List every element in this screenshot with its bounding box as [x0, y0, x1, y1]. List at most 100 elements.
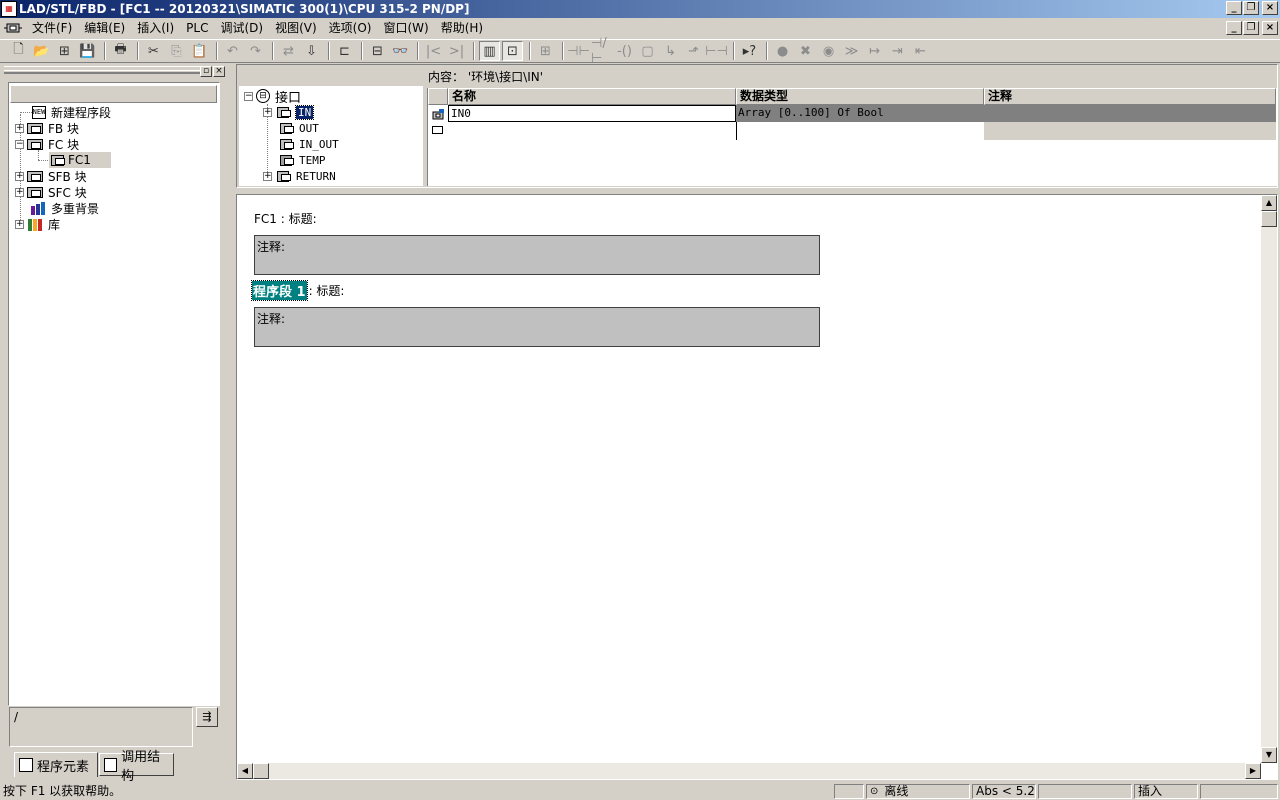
coil-icon[interactable]: -() — [614, 41, 635, 61]
tab-program-elements[interactable]: 程序元素 — [14, 752, 98, 777]
menu-debug[interactable]: 调试(D) — [214, 19, 269, 37]
element-filter-input[interactable]: / — [9, 707, 193, 747]
expand-icon[interactable]: + — [15, 219, 24, 229]
collapse-icon[interactable]: − — [244, 91, 253, 101]
details-icon[interactable]: ⊡ — [502, 41, 523, 61]
scroll-left-icon[interactable]: ◀ — [237, 763, 253, 779]
insert-element-button[interactable]: ⇶ — [196, 707, 218, 727]
cell-comment-empty[interactable] — [984, 122, 1276, 140]
next-network-icon[interactable]: >| — [446, 41, 467, 61]
step-out-icon[interactable]: ⇤ — [910, 41, 931, 61]
scroll-thumb[interactable] — [253, 763, 269, 779]
breakpoints-active-icon[interactable]: ◉ — [818, 41, 839, 61]
column-header-comment[interactable]: 注释 — [984, 88, 1276, 105]
pane-close-button[interactable]: × — [213, 66, 225, 77]
interface-item-return[interactable]: + RETURN — [263, 168, 336, 184]
tree-item-fb-blocks[interactable]: + FB 块 — [15, 120, 79, 136]
menu-plc[interactable]: PLC — [180, 19, 214, 37]
restore-button[interactable]: ❐ — [1243, 1, 1259, 15]
vertical-scrollbar[interactable]: ▲ ▼ — [1261, 195, 1277, 763]
empty-box-icon[interactable]: ▢ — [637, 41, 658, 61]
step-into-icon[interactable]: ⇥ — [887, 41, 908, 61]
block-title[interactable]: FC1 : 标题: — [254, 210, 317, 226]
tree-item-fc-blocks[interactable]: − FC 块 — [15, 136, 79, 152]
network-label[interactable]: 程序段 1 — [251, 279, 308, 301]
interface-item-in-out[interactable]: IN_OUT — [278, 136, 339, 152]
code-editor[interactable] — [236, 194, 1278, 780]
interface-item-in[interactable]: + IN — [263, 104, 315, 120]
print-icon[interactable]: 🖶 — [110, 41, 131, 61]
tab-call-structure[interactable]: 调用结构 — [99, 750, 174, 784]
interface-root[interactable]: − ⊟ 接口 — [244, 88, 301, 106]
context-help-icon[interactable]: ▸? — [739, 41, 760, 61]
doc-minimize-button[interactable]: _ — [1226, 21, 1242, 35]
next-breakpoint-icon[interactable]: ≫ — [841, 41, 862, 61]
tree-item-multi-instance[interactable]: 多重背景 — [20, 200, 99, 216]
scroll-thumb[interactable] — [1261, 211, 1277, 227]
menu-help[interactable]: 帮助(H) — [435, 19, 489, 37]
cell-type[interactable]: Array [0..100] Of Bool — [736, 105, 984, 122]
normally-open-contact-icon[interactable]: ⊣⊢ — [567, 41, 590, 61]
compare-icon[interactable]: ⇄ — [278, 41, 299, 61]
download-icon[interactable]: ⇩ — [301, 41, 322, 61]
mdi-document-icon[interactable] — [4, 21, 22, 35]
close-button[interactable]: × — [1262, 1, 1278, 15]
menu-insert[interactable]: 插入(I) — [131, 19, 180, 37]
connection-icon[interactable]: ⊢⊣ — [705, 41, 728, 61]
tree-item-sfc-blocks[interactable]: + SFC 块 — [15, 184, 87, 200]
interface-item-temp[interactable]: TEMP — [278, 152, 326, 168]
tree-item-sfb-blocks[interactable]: + SFB 块 — [15, 168, 87, 184]
network-open-icon[interactable]: ⊞ — [54, 41, 75, 61]
cut-icon[interactable]: ✂ — [143, 41, 164, 61]
cell-name[interactable]: IN0 — [448, 105, 736, 122]
redo-icon[interactable]: ↷ — [245, 41, 266, 61]
block-comment[interactable]: 注释: — [254, 235, 820, 275]
menu-window[interactable]: 窗口(W) — [377, 19, 434, 37]
undo-icon[interactable]: ↶ — [222, 41, 243, 61]
tree-item-library[interactable]: + 库 — [15, 216, 60, 232]
network-comment[interactable]: 注释: — [254, 307, 820, 347]
tree-item-new-network[interactable]: NEW 新建程序段 — [20, 104, 111, 120]
pane-minimize-button[interactable]: ▫ — [200, 66, 212, 77]
save-icon[interactable]: 💾 — [77, 41, 98, 61]
scroll-right-icon[interactable]: ▶ — [1245, 763, 1261, 779]
network-title[interactable]: : 标题: — [309, 282, 345, 299]
expand-icon[interactable]: + — [15, 123, 24, 133]
menu-view[interactable]: 视图(V) — [269, 19, 323, 37]
network-header[interactable]: 程序段 1 : 标题: — [251, 279, 345, 301]
scroll-down-icon[interactable]: ▼ — [1261, 747, 1277, 763]
online-icon[interactable]: ⊟ — [367, 41, 388, 61]
normally-closed-contact-icon[interactable]: ⊣/⊢ — [591, 36, 612, 66]
column-header-type[interactable]: 数据类型 — [736, 88, 984, 105]
new-icon[interactable]: 🗋 — [8, 41, 29, 61]
expand-icon[interactable]: + — [15, 171, 24, 181]
step-over-icon[interactable]: ↦ — [864, 41, 885, 61]
app-icon[interactable]: ▦ — [1, 1, 17, 17]
overview-icon[interactable]: ▥ — [479, 41, 500, 61]
open-branch-icon[interactable]: ↳ — [660, 41, 681, 61]
new-network-icon[interactable]: ⊞ — [535, 41, 556, 61]
tree-item-fc1[interactable]: FC1 — [49, 152, 111, 168]
open-icon[interactable]: 📂 — [31, 41, 52, 61]
doc-restore-button[interactable]: ❐ — [1243, 21, 1259, 35]
minimize-button[interactable]: _ — [1226, 1, 1242, 15]
copy-icon[interactable]: ⎘ — [166, 41, 187, 61]
expand-icon[interactable]: + — [263, 171, 272, 181]
column-header-name[interactable]: 名称 — [448, 88, 736, 105]
breakpoint-icon[interactable]: ● — [772, 41, 793, 61]
menu-file[interactable]: 文件(F) — [26, 19, 78, 37]
scroll-up-icon[interactable]: ▲ — [1261, 195, 1277, 211]
paste-icon[interactable]: 📋 — [189, 41, 210, 61]
monitor-icon[interactable]: 👓 — [390, 41, 411, 61]
doc-close-button[interactable]: × — [1262, 21, 1278, 35]
interface-table[interactable]: 名称 数据类型 注释 IN0 Array [0..100] Of Bool — [427, 88, 1277, 186]
expand-icon[interactable]: + — [15, 187, 24, 197]
expand-icon[interactable]: + — [263, 107, 272, 117]
menu-edit[interactable]: 编辑(E) — [78, 19, 131, 37]
prev-network-icon[interactable]: |< — [423, 41, 444, 61]
horizontal-scrollbar[interactable]: ◀ ▶ — [237, 763, 1261, 779]
collapse-icon[interactable]: − — [15, 139, 24, 149]
cell-comment[interactable] — [984, 105, 1276, 122]
delete-breakpoints-icon[interactable]: ✖ — [795, 41, 816, 61]
close-branch-icon[interactable]: ⬏ — [683, 41, 704, 61]
